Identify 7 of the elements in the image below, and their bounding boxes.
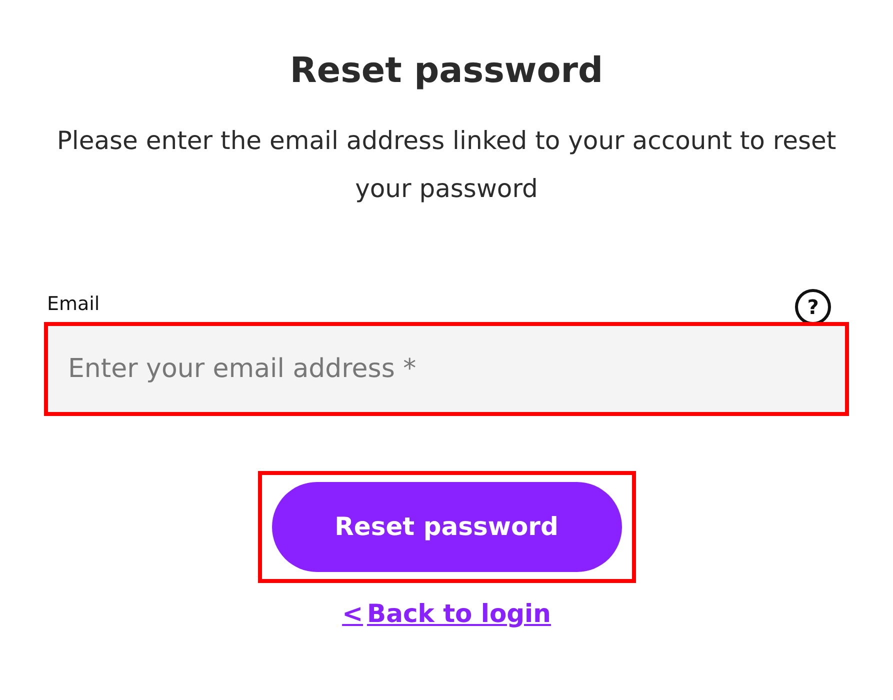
- chevron-left-icon: <: [342, 594, 364, 632]
- field-label: Email: [47, 292, 100, 318]
- reset-password-button[interactable]: Reset password: [272, 482, 622, 572]
- instructions-text: Please enter the email address linked to your account to reset your password: [56, 124, 838, 204]
- page-title: Reset password: [290, 52, 604, 90]
- back-to-login-link[interactable]: Back to login: [367, 594, 551, 632]
- email-field[interactable]: Enter your email address *: [44, 322, 849, 416]
